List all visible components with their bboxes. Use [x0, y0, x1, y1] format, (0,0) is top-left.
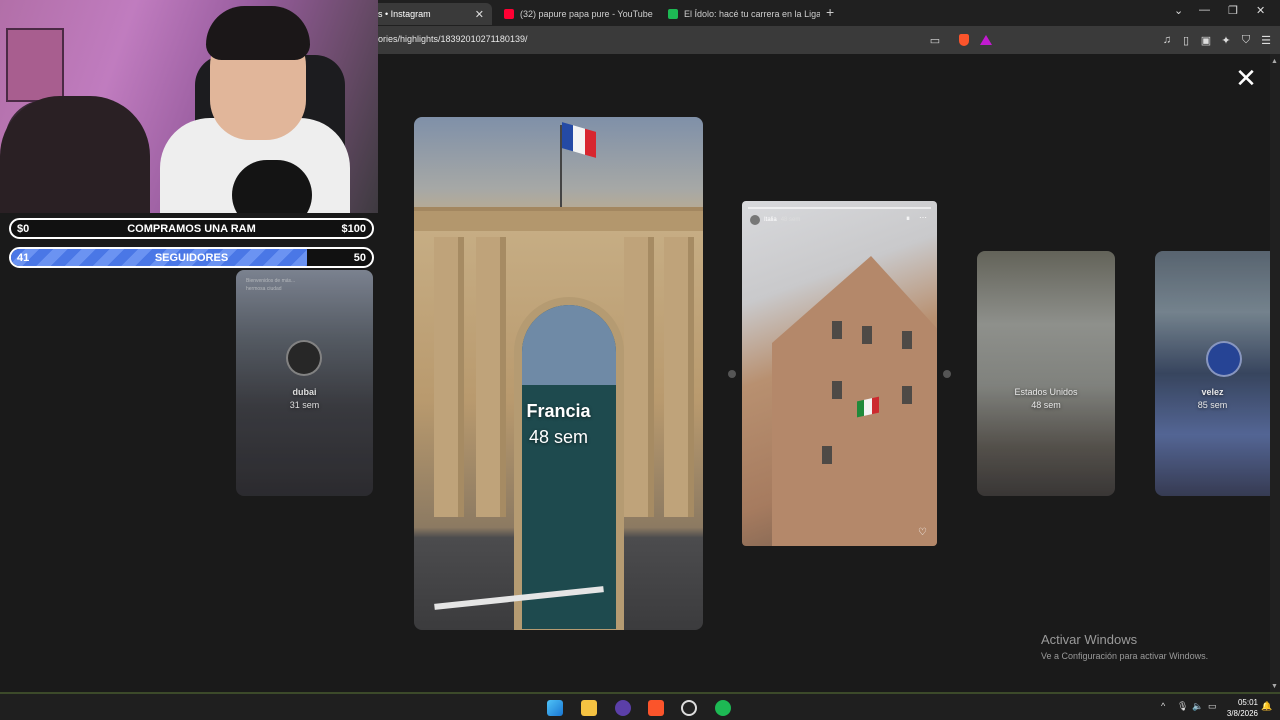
- watermark-subtitle: Ve a Configuración para activar Windows.: [1041, 651, 1209, 661]
- tray-overflow-icon[interactable]: ^: [1161, 701, 1165, 711]
- tab-el-idolo[interactable]: El Ídolo: hacé tu carrera en la Liga Ar: [660, 3, 820, 25]
- url-field[interactable]: ories/highlights/18392010271180139/: [378, 34, 527, 44]
- story-progress-bar: [748, 207, 931, 209]
- window: [832, 321, 842, 339]
- brave-shields-icon[interactable]: [957, 33, 971, 47]
- clock-date: 3/8/2026: [1226, 709, 1258, 718]
- story-header: Italia 48 sem: [750, 215, 800, 225]
- scroll-down-icon[interactable]: ▼: [1271, 683, 1278, 690]
- pillar: [624, 237, 654, 517]
- goal-target: 50: [353, 251, 366, 264]
- highlight-avatar: [286, 340, 322, 376]
- previous-story-arrow[interactable]: [728, 370, 736, 378]
- goal-bar-ram: $0 COMPRAMOS UNA RAM $100: [9, 218, 374, 239]
- brave-browser-icon[interactable]: [648, 700, 664, 716]
- volume-icon[interactable]: 🔈: [1192, 701, 1203, 712]
- close-window-button[interactable]: ✕: [1256, 4, 1265, 17]
- window: [822, 446, 832, 464]
- network-icon[interactable]: ▭: [1208, 701, 1217, 712]
- tab-label: (32) papure papa pure - YouTube: [520, 9, 653, 19]
- scrollbar[interactable]: [1270, 54, 1280, 692]
- goal-bar-followers: 41 SEGUIDORES 50: [9, 247, 374, 268]
- notifications-icon[interactable]: 🔔: [1261, 701, 1272, 712]
- brave-rewards-icon[interactable]: [979, 33, 993, 47]
- microphone: [232, 160, 312, 213]
- highlight-age: 85 sem: [1197, 400, 1228, 410]
- building-image: [772, 256, 937, 546]
- story-avatar: [750, 215, 760, 225]
- screen: s • Instagram ✕ (32) papure papa pure - …: [0, 0, 1280, 720]
- highlight-title: velez: [1201, 387, 1224, 397]
- tab-label: El Ídolo: hacé tu carrera en la Liga Ar: [684, 9, 820, 19]
- highlight-title: dubai: [292, 387, 317, 397]
- goal-target: $100: [341, 222, 366, 235]
- france-flag-image: [562, 122, 596, 158]
- goal-label: SEGUIDORES: [154, 251, 229, 264]
- windows-activation-watermark: Activar Windows Ve a Configuración para …: [1041, 632, 1208, 661]
- story-overlay-text: Bienvenidos de más...: [246, 278, 296, 284]
- story-player-italia[interactable]: Italia 48 sem ⏸ ⋯ ♡: [742, 201, 937, 546]
- building-cornice: [414, 207, 703, 231]
- microphone-icon[interactable]: 🎙: [1177, 701, 1188, 712]
- close-viewer-button[interactable]: ✕: [1234, 65, 1258, 91]
- highlight-title: Francia: [526, 401, 591, 421]
- window: [902, 331, 912, 349]
- tab-label: s • Instagram: [378, 9, 431, 19]
- highlight-age: 48 sem: [528, 427, 589, 447]
- story-time: 48 sem: [780, 217, 801, 223]
- spotify-icon[interactable]: [715, 700, 731, 716]
- window: [832, 381, 842, 399]
- tab-youtube[interactable]: (32) papure papa pure - YouTube: [496, 3, 656, 25]
- highlight-age: 31 sem: [289, 400, 320, 410]
- obs-icon[interactable]: [681, 700, 697, 716]
- pillar: [664, 237, 694, 517]
- windows-taskbar: ^ 🎙 🔈 ▭ 05:01 3/8/2026 🔔: [0, 692, 1280, 720]
- vpn-shield-icon[interactable]: ⛉: [1239, 33, 1253, 47]
- highlight-preview-velez[interactable]: velez 85 sem: [1155, 251, 1270, 496]
- scroll-up-icon[interactable]: ▲: [1271, 58, 1278, 65]
- music-icon[interactable]: ♫: [1160, 33, 1174, 47]
- person-background: [0, 96, 150, 213]
- new-tab-button[interactable]: +: [826, 4, 834, 20]
- wall-poster: [6, 28, 64, 102]
- webcam-overlay: [0, 0, 378, 213]
- cast-icon[interactable]: ▭: [928, 33, 942, 47]
- pillar: [434, 237, 464, 517]
- next-story-arrow[interactable]: [943, 370, 951, 378]
- velez-crest-icon: [1206, 341, 1242, 377]
- menu-icon[interactable]: ☰: [1259, 33, 1273, 47]
- window: [862, 326, 872, 344]
- watermark-title: Activar Windows: [1041, 632, 1138, 647]
- streamer-hair: [206, 6, 310, 60]
- goal-label: COMPRAMOS UNA RAM: [127, 222, 256, 235]
- pillar: [476, 237, 506, 517]
- more-options-icon[interactable]: ⋯: [919, 213, 927, 222]
- highlight-title: Estados Unidos: [1014, 387, 1078, 397]
- wallet-icon[interactable]: ▣: [1199, 33, 1213, 47]
- highlight-age: 48 sem: [1031, 400, 1061, 410]
- story-user: Italia: [764, 217, 777, 223]
- el-idolo-icon: [668, 9, 678, 19]
- window: [902, 386, 912, 404]
- tab-search-dropdown[interactable]: ⌄: [1174, 4, 1183, 17]
- highlight-preview-estados-unidos[interactable]: Estados Unidos 48 sem: [977, 251, 1115, 496]
- minimize-button[interactable]: —: [1199, 4, 1210, 16]
- clock-time: 05:01: [1237, 698, 1258, 707]
- taskbar-clock[interactable]: 05:01 3/8/2026: [1222, 697, 1258, 719]
- tab-instagram[interactable]: s • Instagram ✕: [370, 3, 492, 25]
- maximize-button[interactable]: ❐: [1228, 4, 1238, 17]
- highlight-story-francia[interactable]: Francia 48 sem: [414, 117, 703, 630]
- like-heart-icon[interactable]: ♡: [918, 527, 927, 538]
- leo-ai-icon[interactable]: ✦: [1219, 33, 1233, 47]
- file-explorer-icon[interactable]: [581, 700, 597, 716]
- sidebar-icon[interactable]: ▯: [1179, 33, 1193, 47]
- pause-icon[interactable]: ⏸: [906, 214, 910, 224]
- app-icon[interactable]: [615, 700, 631, 716]
- tab-close-icon[interactable]: ✕: [469, 8, 484, 21]
- windows-start-icon[interactable]: [547, 700, 563, 716]
- story-overlay-text-2: hermosa ciudad: [246, 286, 282, 292]
- youtube-icon: [504, 9, 514, 19]
- highlight-preview-dubai[interactable]: Bienvenidos de más... hermosa ciudad dub…: [236, 270, 373, 496]
